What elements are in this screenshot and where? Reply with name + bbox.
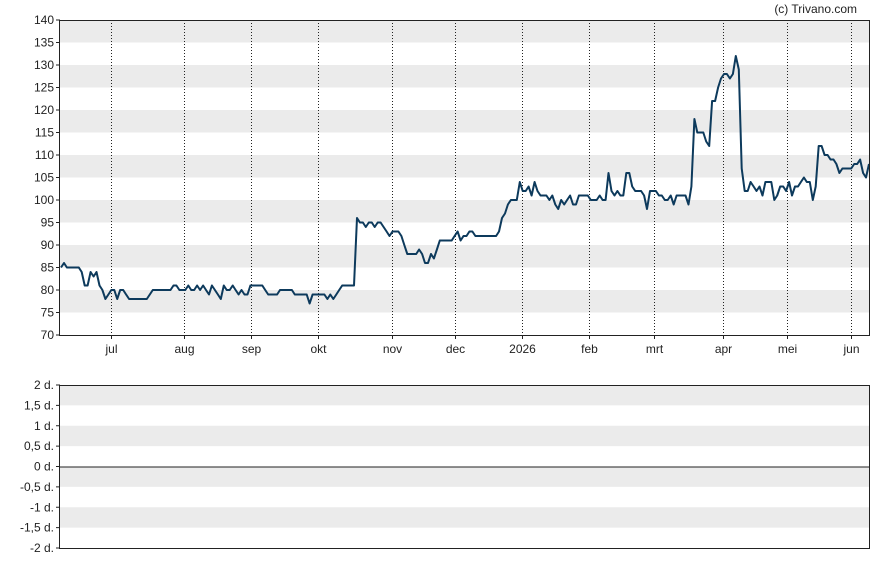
main-chart-y-axis: 70 75 80 85 90 95 100 105 110 115 120 125 130 135 140 [34,13,60,342]
band [60,155,870,178]
x-tick-label: jul [104,342,117,356]
y-tick-label: 115 [35,126,54,140]
y-tick-label: 2 d. [34,378,54,392]
y-tick-label: 120 [34,103,54,117]
y-tick-label: 130 [34,58,54,72]
main-chart-bands [60,20,870,313]
x-tick-label: apr [715,342,732,356]
y-tick-label: 135 [34,36,54,50]
main-chart-x-axis: jul aug sep okt nov dec 2026 feb mrt apr mei jun [104,335,860,356]
y-tick-label: 105 [34,171,54,185]
band [60,466,870,487]
y-tick-label: -1 d. [30,500,54,514]
y-tick-label: 95 [41,216,55,230]
y-tick-label: -2 d. [30,541,54,555]
y-tick-label: 80 [41,283,55,297]
y-tick-label: 90 [41,238,55,252]
band [60,425,870,447]
band [60,110,870,133]
band [60,200,870,223]
x-tick-label: sep [242,342,262,356]
band [60,385,870,406]
price-chart-figure: (c) Trivano.com 70 75 80 85 90 95 100 105 110 115… [20,2,870,555]
x-tick-label: okt [310,342,327,356]
y-tick-label: 0 d. [34,460,54,474]
y-tick-label: 1,5 d. [24,398,54,412]
y-tick-label: 140 [34,13,54,27]
y-tick-label: 0,5 d. [24,439,54,453]
x-tick-label: mrt [646,342,664,356]
y-tick-label: 85 [41,261,55,275]
lower-chart-bands [60,385,870,528]
band [60,507,870,528]
y-tick-label: 70 [41,328,55,342]
x-tick-label: 2026 [509,342,536,356]
band [60,65,870,88]
lower-chart-y-axis: 2 d. 1,5 d. 1 d. 0,5 d. 0 d. -0,5 d. -1 d. -1,5… [20,378,60,555]
y-tick-label: 100 [34,193,54,207]
y-tick-label: 125 [34,81,54,95]
x-tick-label: feb [581,342,598,356]
x-tick-label: mei [778,342,797,356]
y-tick-label: 75 [41,306,55,320]
x-tick-label: aug [174,342,194,356]
x-tick-label: jun [842,342,859,356]
band [60,20,870,43]
band [60,290,870,313]
x-tick-label: dec [446,342,465,356]
credit-label: (c) Trivano.com [774,2,857,16]
band [60,245,870,268]
y-tick-label: -1,5 d. [20,521,54,535]
y-tick-label: -0,5 d. [20,480,54,494]
y-tick-label: 110 [35,148,54,162]
x-tick-label: nov [383,342,402,356]
y-tick-label: 1 d. [34,419,54,433]
